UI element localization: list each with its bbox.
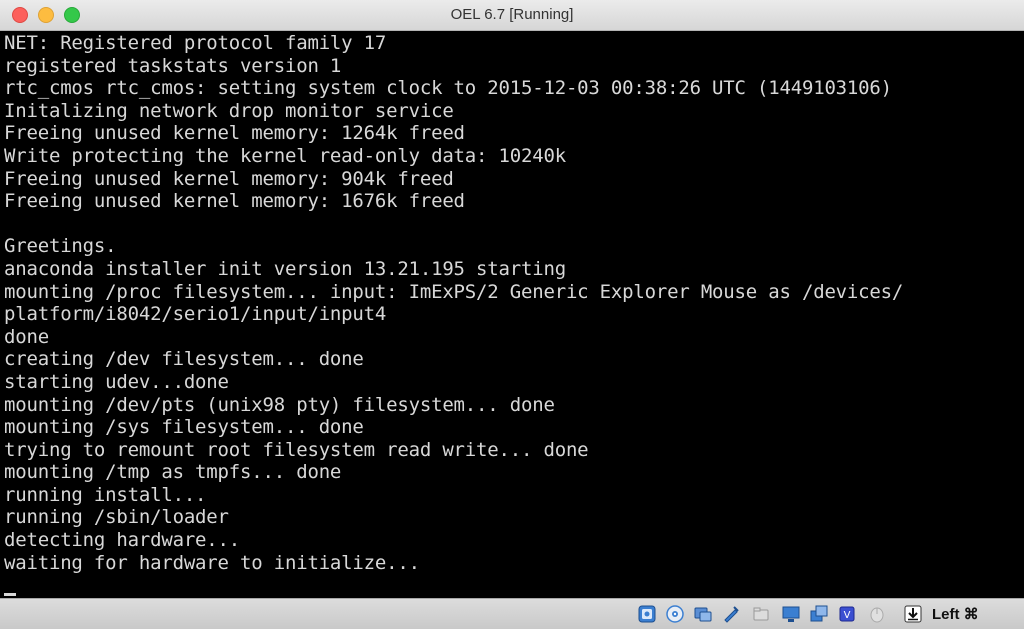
console-line: NET: Registered protocol family 17 — [4, 32, 387, 54]
hard-disk-icon[interactable] — [638, 605, 656, 623]
console-line: platform/i8042/serio1/input/input4 — [4, 303, 387, 326]
title-bar[interactable]: OEL 6.7 [Running] — [0, 0, 1024, 31]
shared-folder-icon[interactable] — [810, 605, 828, 623]
console-output: NET: Registered protocol family 17 regis… — [4, 32, 1024, 574]
console-line: waiting for hardware to initialize... — [4, 551, 420, 574]
network-icon[interactable] — [722, 605, 740, 623]
console-line: mounting /sys filesystem... done — [4, 416, 364, 439]
console-line: Write protecting the kernel read-only da… — [4, 144, 566, 167]
console-line: Freeing unused kernel memory: 1676k free… — [4, 190, 465, 213]
audio-icon[interactable] — [694, 605, 712, 623]
console-line: Freeing unused kernel memory: 1264k free… — [4, 122, 465, 145]
window-title: OEL 6.7 [Running] — [450, 6, 574, 23]
console-line: mounting /tmp as tmpfs... done — [4, 461, 342, 484]
console-line: creating /dev filesystem... done — [4, 348, 364, 371]
svg-text:V: V — [844, 610, 851, 621]
vm-window: OEL 6.7 [Running] NET: Registered protoc… — [0, 0, 1024, 629]
console-line: running install... — [4, 483, 207, 506]
console-line: Freeing unused kernel memory: 904k freed — [4, 167, 454, 190]
text-cursor — [4, 593, 16, 596]
console-line: detecting hardware... — [4, 529, 241, 552]
console-line: starting udev...done — [4, 370, 229, 393]
optical-drive-icon[interactable] — [666, 605, 684, 623]
console-line: Greetings. — [4, 235, 117, 258]
usb-icon[interactable] — [752, 605, 770, 623]
keyboard-capture-icon[interactable] — [904, 605, 922, 623]
vm-status-bar: V Left ⌘ — [0, 598, 1024, 629]
vm-console-screen[interactable]: NET: Registered protocol family 17 regis… — [0, 31, 1024, 598]
console-line: mounting /proc filesystem... input: ImEx… — [4, 280, 904, 303]
mouse-integration-icon[interactable] — [868, 605, 886, 623]
console-line: mounting /dev/pts (unix98 pty) filesyste… — [4, 393, 555, 416]
cpu-virtualization-icon[interactable]: V — [838, 605, 856, 623]
host-key-label: Left ⌘ — [932, 606, 979, 623]
console-line: Initalizing network drop monitor service — [4, 99, 454, 122]
console-line: registered taskstats version 1 — [4, 54, 342, 77]
console-line: anaconda installer init version 13.21.19… — [4, 257, 566, 280]
console-line: trying to remount root filesystem read w… — [4, 438, 589, 461]
console-line: done — [4, 325, 49, 348]
console-line: running /sbin/loader — [4, 506, 229, 529]
console-line: rtc_cmos rtc_cmos: setting system clock … — [4, 77, 892, 100]
display-icon[interactable] — [782, 605, 800, 623]
